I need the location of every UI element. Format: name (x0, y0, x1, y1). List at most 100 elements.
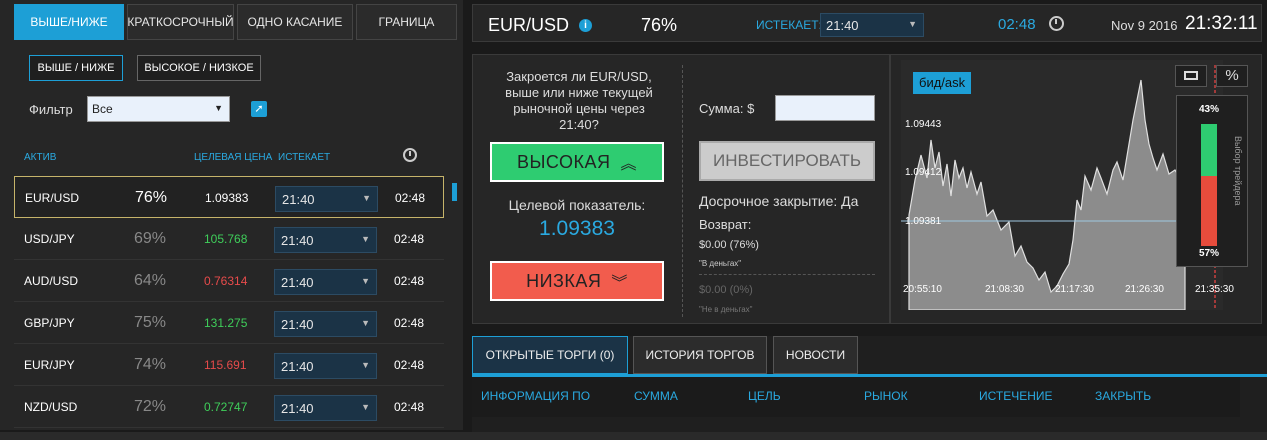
asset-row[interactable]: EUR/JPY 74% 115.691 21:40 ▼ 02:48 (14, 344, 444, 386)
asset-name: USD/JPY (24, 232, 75, 246)
return-out-money: $0.00 (0%) (699, 284, 753, 296)
y-tick-1: 1.09443 (905, 119, 942, 130)
asset-expiry-select[interactable]: 21:40 ▼ (274, 311, 377, 337)
subtab-high-low[interactable]: ВЫШЕ / НИЖЕ (29, 55, 123, 81)
asset-expiry-select[interactable]: 21:40 ▼ (274, 269, 377, 295)
asset-row[interactable]: EUR/USD 76% 1.09383 21:40 ▼ 02:48 (14, 176, 444, 218)
sentiment-bar (1201, 124, 1217, 246)
invest-button[interactable]: ИНВЕСТИРОВАТЬ (699, 141, 875, 181)
tab-boundary[interactable]: ГРАНИЦА (355, 4, 457, 40)
sentiment-title: Выбор трейдера (1233, 136, 1243, 206)
amount-label: Сумма: $ (699, 101, 755, 116)
tab-high-low[interactable]: ВЫШЕ/НИЖЕ (14, 4, 124, 40)
countdown: 02:48 (998, 16, 1036, 33)
asset-row[interactable]: AUD/USD 64% 0.76314 21:40 ▼ 02:48 (14, 260, 444, 302)
option-type-tabs: ВЫШЕ/НИЖЕ КРАТКОСРОЧНЫЙ ОДНО КАСАНИЕ ГРА… (14, 4, 460, 40)
y-tick-2: 1.09412 (905, 167, 942, 178)
bid-ask-toggle[interactable]: бид/ask (913, 72, 972, 94)
col-expiry: ИСТЕЧЕНИЕ (979, 389, 1053, 403)
chevron-down-icon: ▼ (361, 318, 370, 328)
asset-expiry-select[interactable]: 21:40 ▼ (274, 353, 377, 379)
trade-panel: Закроется ли EUR/USD, выше или ниже теку… (472, 54, 890, 324)
pair-payout: 76% (641, 15, 678, 35)
x-tick-5: 21:35:30 (1195, 284, 1234, 295)
asset-name: AUD/USD (24, 274, 79, 288)
low-button[interactable]: НИЗКАЯ ︾ (490, 261, 664, 301)
asset-price: 0.72747 (204, 400, 248, 414)
asset-countdown: 02:48 (394, 274, 425, 288)
col-market: РЫНОК (864, 389, 908, 403)
asset-countdown: 02:48 (394, 400, 425, 414)
asset-expiry-value: 21:40 (281, 275, 314, 290)
asset-price: 105.768 (204, 232, 248, 246)
chevron-down-icon: ▼ (361, 360, 370, 370)
target-value: 1.09383 (539, 217, 615, 240)
tab-open-trades[interactable]: ОТКРЫТЫЕ ТОРГИ (0) (472, 336, 628, 374)
sentiment-down-value: 57% (1199, 248, 1220, 259)
trader-sentiment: 43% 57% Выбор трейдера (1176, 95, 1248, 267)
window-icon (1184, 71, 1198, 80)
filter-label: Фильтр (29, 102, 73, 117)
tab-short-term[interactable]: КРАТКОСРОЧНЫЙ (126, 4, 234, 40)
return-label: Возврат: (699, 217, 752, 232)
early-close: Досрочное закрытие: Да (699, 193, 859, 209)
asset-price: 115.691 (204, 358, 247, 372)
expiry-select[interactable]: 21:40 ▼ (820, 13, 924, 37)
tab-trade-history[interactable]: ИСТОРИЯ ТОРГОВ (633, 336, 767, 374)
asset-payout: 69% (134, 230, 167, 247)
amount-input[interactable] (775, 95, 875, 121)
high-label: ВЫСОКАЯ (516, 151, 611, 172)
chevron-down-icon: ▼ (361, 276, 370, 286)
high-button[interactable]: ВЫСОКАЯ ︽ (490, 142, 664, 182)
asset-name: GBP/JPY (24, 316, 75, 330)
asset-price: 1.09383 (205, 191, 249, 205)
column-asset: АКТИВ (24, 152, 57, 163)
asset-row[interactable]: USD/JPY 69% 105.768 21:40 ▼ 02:48 (14, 218, 444, 260)
asset-countdown: 02:48 (394, 316, 425, 330)
asset-name: NZD/USD (24, 400, 78, 414)
col-close: ЗАКРЫТЬ (1095, 389, 1152, 403)
column-expires: ИСТЕКАЕТ (278, 152, 331, 163)
asset-payout: 64% (134, 272, 167, 289)
asset-payout: 76% (135, 189, 168, 206)
current-time: 21:32:11 (1185, 13, 1258, 34)
asset-expiry-select[interactable]: 21:40 ▼ (275, 186, 378, 212)
return-in-money: $0.00 (76%) (699, 239, 759, 251)
chevron-down-icon: ▼ (361, 402, 370, 412)
asset-row[interactable]: NZD/USD 72% 0.72747 21:40 ▼ 02:48 (14, 386, 444, 428)
x-tick-2: 21:08:30 (985, 284, 1024, 295)
asset-row[interactable]: GBP/JPY 75% 131.275 21:40 ▼ 02:48 (14, 302, 444, 344)
out-money-label: "Не в деньгах" (699, 305, 753, 314)
asset-expiry-select[interactable]: 21:40 ▼ (274, 395, 377, 421)
return-divider (699, 274, 875, 275)
info-icon[interactable]: i (579, 19, 592, 32)
percent-button[interactable]: % (1216, 65, 1248, 87)
asset-countdown: 02:48 (395, 191, 426, 205)
x-tick-4: 21:26:30 (1125, 284, 1164, 295)
scrollbar-thumb[interactable] (452, 183, 457, 201)
asset-expiry-select[interactable]: 21:40 ▼ (274, 227, 377, 253)
tab-news[interactable]: НОВОСТИ (773, 336, 858, 374)
clock-icon (1049, 16, 1064, 31)
filter-select[interactable]: Все ▼ (87, 96, 230, 122)
clock-icon (403, 148, 417, 162)
x-tick-3: 21:17:30 (1055, 284, 1094, 295)
tab-one-touch[interactable]: ОДНО КАСАНИЕ (236, 4, 353, 40)
popout-icon[interactable]: ➚ (251, 101, 267, 117)
expiry-value: 21:40 (826, 18, 859, 33)
double-chevron-up-icon: ︽ (620, 156, 638, 173)
current-date: Nov 9 2016 (1111, 18, 1178, 33)
pair-name: EUR/USD (488, 15, 570, 35)
subtab-high-low-range[interactable]: ВЫСОКОЕ / НИЗКОЕ (137, 55, 261, 81)
col-info: ИНФОРМАЦИЯ ПО (481, 389, 591, 403)
asset-price: 0.76314 (204, 274, 248, 288)
y-tick-3: 1.09381 (905, 216, 942, 227)
asset-expiry-value: 21:40 (281, 359, 314, 374)
panel-divider (682, 65, 683, 317)
asset-price: 131.275 (204, 316, 248, 330)
double-chevron-down-icon: ︾ (611, 275, 628, 292)
asset-expiry-value: 21:40 (281, 317, 314, 332)
chevron-down-icon: ▼ (908, 19, 917, 29)
asset-name: EUR/USD (25, 191, 80, 205)
chart-type-button[interactable] (1175, 65, 1207, 87)
